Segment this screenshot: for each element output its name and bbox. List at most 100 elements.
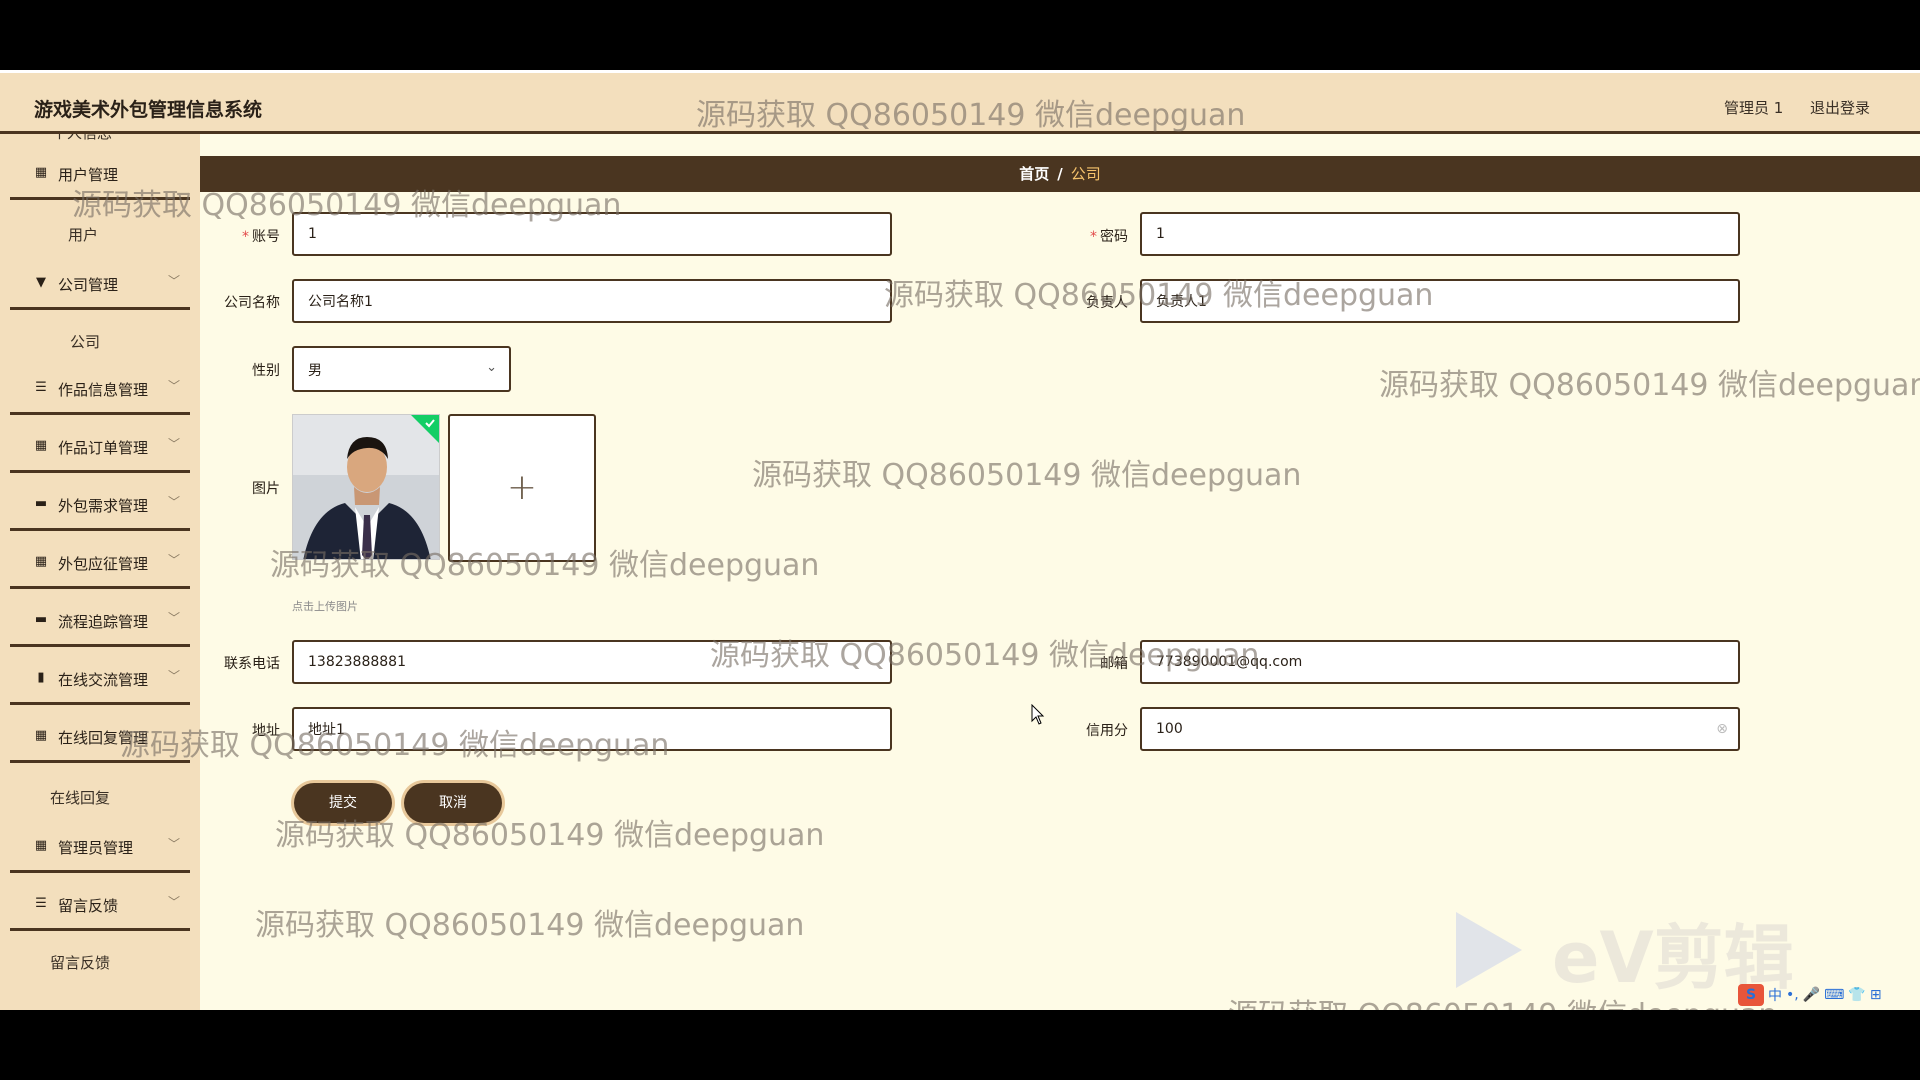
- check-badge-icon: [411, 415, 439, 443]
- logout-link[interactable]: 退出登录: [1810, 97, 1870, 118]
- account-field[interactable]: [292, 212, 892, 256]
- sidebar-item-feedback[interactable]: ☰ 留言反馈 ﹀: [10, 875, 190, 931]
- address-label: 地址: [252, 723, 280, 739]
- sidebar-item-label: 作品订单管理: [58, 439, 149, 457]
- sidebar-item-admin-management[interactable]: ▦ 管理员管理 ﹀: [10, 817, 190, 873]
- sogou-ime-icon[interactable]: S: [1738, 984, 1764, 1006]
- chart-icon: ▮: [37, 670, 45, 685]
- chevron-down-icon: ﹀: [168, 895, 181, 909]
- sidebar-subitem-label: 用户: [68, 226, 99, 244]
- company-name-input[interactable]: [308, 281, 876, 321]
- manager-field[interactable]: [1140, 279, 1740, 323]
- ime-menu-icon[interactable]: ⊞: [1870, 987, 1882, 1003]
- ime-punctuation-icon[interactable]: •,: [1786, 987, 1799, 1003]
- ime-mic-icon[interactable]: 🎤: [1803, 987, 1820, 1003]
- sidebar-subitem-label: 留言反馈: [50, 954, 111, 972]
- account-input[interactable]: [308, 214, 876, 254]
- email-label: 邮箱: [1100, 656, 1128, 672]
- grid-icon: ▦: [34, 438, 48, 453]
- cancel-button[interactable]: 取消: [404, 783, 502, 823]
- grid-icon: ▦: [34, 728, 48, 743]
- sidebar-subitem-label: 在线回复: [50, 789, 111, 807]
- sidebar-item-label: 公司管理: [58, 276, 119, 294]
- watermark: 源码获取 QQ86050149 微信deepguan: [255, 908, 805, 943]
- company-name-field[interactable]: [292, 279, 892, 323]
- plus-icon: +: [506, 467, 538, 508]
- manager-input[interactable]: [1156, 281, 1724, 321]
- required-mark: *: [1090, 229, 1097, 245]
- submit-button[interactable]: 提交: [294, 783, 392, 823]
- breadcrumb-home[interactable]: 首页: [1019, 165, 1049, 183]
- sidebar-item-works-orders[interactable]: ▦ 作品订单管理 ﹀: [10, 417, 190, 473]
- sidebar-item-label: 作品信息管理: [58, 381, 149, 399]
- manager-label: 负责人: [1086, 295, 1128, 311]
- sidebar-item-process-tracking[interactable]: ▬ 流程追踪管理 ﹀: [10, 591, 190, 647]
- sidebar-item-label: 外包应征管理: [58, 555, 149, 573]
- breadcrumb: 首页 / 公司: [200, 156, 1920, 192]
- grid-icon: ▦: [34, 838, 48, 853]
- grid-icon: ▦: [34, 554, 48, 569]
- sidebar-item-label: 在线交流管理: [58, 671, 149, 689]
- chevron-down-icon: ﹀: [168, 437, 181, 451]
- address-input[interactable]: [308, 709, 876, 749]
- sidebar-item-label: 留言反馈: [58, 897, 119, 915]
- sidebar-item-user-management[interactable]: ▦ 用户管理: [10, 144, 190, 200]
- screen: 个人信息 ▦ 用户管理 用户 ▼ 公司管理 ﹀ 公司 ☰ 作品信息管理 ﹀ ▦ …: [0, 70, 1920, 1010]
- gender-label: 性别: [252, 363, 280, 379]
- email-input[interactable]: [1156, 642, 1724, 682]
- top-header: 游戏美术外包管理信息系统 管理员 1 退出登录: [0, 70, 1920, 134]
- required-mark: *: [242, 229, 249, 245]
- chevron-down-icon: ﹀: [168, 553, 181, 567]
- sidebar-item-outsource-apply[interactable]: ▦ 外包应征管理 ﹀: [10, 533, 190, 589]
- image-label: 图片: [252, 481, 280, 497]
- phone-label: 联系电话: [224, 656, 280, 672]
- password-label: * 密码: [1090, 229, 1128, 245]
- phone-input[interactable]: [308, 642, 876, 682]
- flag-icon: ▼: [36, 275, 46, 290]
- ime-chinese-mode[interactable]: 中: [1768, 985, 1782, 1005]
- address-field[interactable]: [292, 707, 892, 751]
- sidebar-subitem-company[interactable]: 公司: [0, 319, 200, 359]
- gender-select[interactable]: 男 ⌄: [292, 346, 511, 392]
- password-field[interactable]: [1140, 212, 1740, 256]
- ime-skin-icon[interactable]: 👕: [1848, 987, 1865, 1003]
- sidebar-item-label: 用户管理: [58, 166, 119, 184]
- watermark: 源码获取 QQ86050149 微信deepguan: [1379, 368, 1920, 403]
- list-icon: ☰: [35, 896, 47, 911]
- chevron-down-icon: ﹀: [168, 274, 181, 288]
- sidebar: 个人信息 ▦ 用户管理 用户 ▼ 公司管理 ﹀ 公司 ☰ 作品信息管理 ﹀ ▦ …: [0, 134, 200, 1010]
- list-icon: ☰: [35, 380, 47, 395]
- breadcrumb-separator: /: [1057, 165, 1063, 183]
- play-logo-icon: [1456, 912, 1522, 988]
- clear-icon[interactable]: ⊗: [1716, 709, 1728, 749]
- account-label: * 账号: [242, 229, 280, 245]
- sidebar-item-label: 流程追踪管理: [58, 613, 149, 631]
- app-title: 游戏美术外包管理信息系统: [34, 99, 263, 121]
- chevron-down-icon: ﹀: [168, 837, 181, 851]
- watermark: 源码获取 QQ86050149 微信deepguan: [1228, 990, 1777, 1010]
- monitor-icon: ▬: [34, 612, 48, 627]
- credit-label: 信用分: [1086, 723, 1128, 739]
- phone-field[interactable]: [292, 640, 892, 684]
- mouse-cursor-icon: [1031, 704, 1045, 725]
- sidebar-item-label: 在线回复管理: [58, 729, 149, 747]
- password-input[interactable]: [1156, 214, 1724, 254]
- email-field[interactable]: [1140, 640, 1740, 684]
- monitor-icon: ▬: [34, 496, 48, 511]
- sidebar-subitem-feedback[interactable]: 留言反馈: [0, 940, 200, 980]
- credit-input[interactable]: [1156, 709, 1724, 749]
- gender-value: 男: [308, 363, 322, 379]
- grid-icon: ▦: [34, 165, 48, 180]
- breadcrumb-current: 公司: [1070, 165, 1101, 183]
- current-user: 管理员 1: [1724, 99, 1784, 117]
- sidebar-item-profile-partial[interactable]: 个人信息: [52, 134, 112, 143]
- uploaded-photo[interactable]: [292, 414, 440, 560]
- sidebar-subitem-online-reply[interactable]: 在线回复: [0, 775, 200, 815]
- sidebar-subitem-label: 公司: [70, 333, 101, 351]
- chevron-down-icon: ﹀: [168, 611, 181, 625]
- credit-field[interactable]: ⊗: [1140, 707, 1740, 751]
- upload-hint: 点击上传图片: [292, 600, 358, 613]
- ime-toolbar[interactable]: S 中 •, 🎤 ⌨ 👕 ⊞: [1738, 982, 1920, 1008]
- ime-keyboard-icon[interactable]: ⌨: [1824, 987, 1844, 1003]
- upload-image-button[interactable]: +: [448, 414, 596, 562]
